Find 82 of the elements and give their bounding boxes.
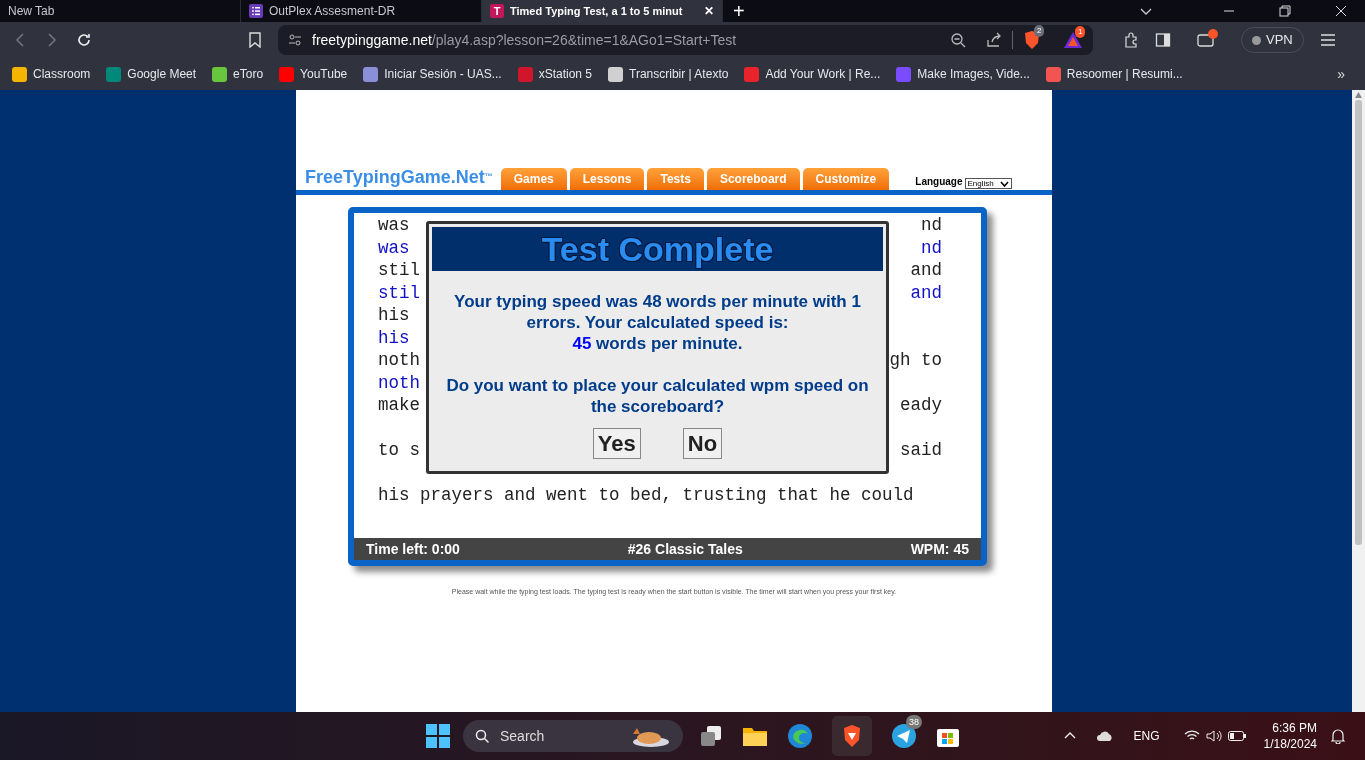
site-icon: T bbox=[490, 4, 504, 18]
reload-icon[interactable] bbox=[76, 32, 92, 48]
dialog-button[interactable]: Yes bbox=[592, 428, 641, 459]
typing-text: and bbox=[910, 281, 942, 304]
language-label: Language bbox=[915, 175, 963, 189]
bookmark-link[interactable]: Add Your Work | Re... bbox=[765, 65, 881, 83]
edge-icon[interactable] bbox=[787, 723, 813, 749]
bookmark-link[interactable]: Resoomer | Resumi... bbox=[1066, 65, 1183, 83]
address-bar[interactable]: freetypinggame.net/play4.asp?lesson=26&time=1&AGo1=Start+Test 2 1 bbox=[278, 25, 1093, 55]
menu-icon[interactable] bbox=[1319, 33, 1336, 47]
puzzle-icon[interactable] bbox=[1123, 32, 1139, 48]
browser-tab[interactable]: T Timed Typing Test, a 1 to 5 minut ✕ bbox=[482, 0, 723, 22]
result-message: Your typing speed was 48 words per minute with 1 errors. Your calculated speed is: bbox=[453, 291, 862, 333]
bookmark-link[interactable]: Transcribir | Atexto bbox=[629, 65, 729, 83]
scroll-up-icon[interactable] bbox=[1355, 92, 1362, 98]
calculated-speed: 45 words per minute. bbox=[572, 333, 743, 354]
typing-text: and bbox=[910, 259, 942, 282]
speaker-icon[interactable] bbox=[1205, 729, 1222, 743]
typing-text: said bbox=[900, 439, 942, 462]
lesson-title: #26 Classic Tales bbox=[627, 539, 743, 559]
close-button[interactable]: ✕ bbox=[704, 2, 714, 20]
new-tab-button[interactable]: + bbox=[723, 0, 755, 22]
bookmark-link[interactable]: Make Images, Vide... bbox=[917, 65, 1030, 83]
wallet-icon[interactable] bbox=[1197, 32, 1215, 48]
typing-text: nd bbox=[921, 236, 942, 259]
typing-text: his bbox=[378, 304, 410, 327]
site-logo[interactable]: FreeTypingGame.Net$^{™}$ bbox=[305, 166, 493, 188]
shield-badge: 2 bbox=[1034, 25, 1045, 37]
bookmark-icon[interactable] bbox=[248, 32, 262, 48]
bookmark-link[interactable]: Classroom bbox=[33, 65, 91, 83]
caret-icon bbox=[999, 180, 1009, 187]
close-window-icon[interactable] bbox=[1335, 5, 1347, 17]
lion-icon[interactable] bbox=[841, 724, 863, 748]
typing-text: stil bbox=[378, 259, 420, 282]
typing-text: his prayers and went to bed, trusting that he could bbox=[378, 484, 914, 507]
bell-icon[interactable] bbox=[1331, 728, 1345, 744]
bookmark-link[interactable]: Iniciar Sesión - UAS... bbox=[384, 65, 502, 83]
sidebar-icon[interactable] bbox=[1155, 32, 1171, 48]
bookmark-link[interactable]: xStation 5 bbox=[538, 65, 592, 83]
typing-text: was bbox=[378, 214, 410, 237]
url-domain: freetypinggame.net bbox=[312, 31, 432, 48]
task-view-icon[interactable] bbox=[699, 725, 723, 747]
battery-icon[interactable] bbox=[1227, 731, 1246, 741]
scoreboard-question: Do you want to place your calculated wpm speed on the scoreboard? bbox=[445, 375, 870, 417]
typing-text: was bbox=[378, 236, 410, 259]
wifi-icon[interactable] bbox=[1183, 730, 1200, 742]
typing-text: gh to bbox=[889, 349, 942, 372]
windows-start-icon[interactable] bbox=[426, 724, 450, 748]
time-left: Time left: 0:00 bbox=[366, 539, 460, 559]
typing-text: nd bbox=[921, 214, 942, 237]
dialog-title: Test Complete bbox=[541, 228, 774, 270]
typing-text: to s bbox=[378, 439, 420, 462]
cloud-icon[interactable] bbox=[1095, 730, 1114, 742]
language-select[interactable]: English bbox=[964, 178, 1012, 189]
site-settings-icon[interactable] bbox=[288, 33, 302, 47]
bookmark-link[interactable]: Google Meet bbox=[127, 65, 197, 83]
share-icon[interactable] bbox=[986, 32, 1002, 48]
search-icon bbox=[475, 728, 490, 744]
taskbar-search[interactable]: Search bbox=[463, 720, 683, 752]
rewards-badge: 1 bbox=[1075, 26, 1086, 38]
wpm-reading: WPM: 45 bbox=[910, 539, 969, 559]
typing-text: noth bbox=[378, 349, 420, 372]
folder-icon[interactable] bbox=[742, 725, 768, 747]
url-path: /play4.asp?lesson=26&time=1&AGo1=Start+Test bbox=[431, 31, 737, 48]
typing-text: eady bbox=[900, 394, 942, 417]
shield-icon[interactable] bbox=[1023, 30, 1041, 50]
clock[interactable]: 6:36 PM 1/18/2024 bbox=[1263, 720, 1317, 752]
list-icon bbox=[249, 4, 263, 18]
dialog-button[interactable]: No bbox=[682, 428, 723, 459]
typing-text: make bbox=[378, 394, 420, 417]
unread-badge: 38 bbox=[906, 715, 922, 729]
typing-text: stil bbox=[378, 281, 420, 304]
scrollbar[interactable] bbox=[1352, 90, 1365, 712]
bookmark-link[interactable]: eToro bbox=[233, 65, 264, 83]
more-bookmarks-button[interactable]: » bbox=[1337, 63, 1359, 85]
paper-plane-icon[interactable] bbox=[891, 723, 917, 749]
bookmark-link[interactable]: YouTube bbox=[300, 65, 348, 83]
restore-icon[interactable] bbox=[1279, 5, 1291, 17]
typing-text: his bbox=[378, 326, 410, 349]
typing-text: noth bbox=[378, 371, 420, 394]
input-language[interactable]: ENG bbox=[1133, 727, 1160, 745]
zoom-out-icon[interactable] bbox=[950, 32, 966, 48]
